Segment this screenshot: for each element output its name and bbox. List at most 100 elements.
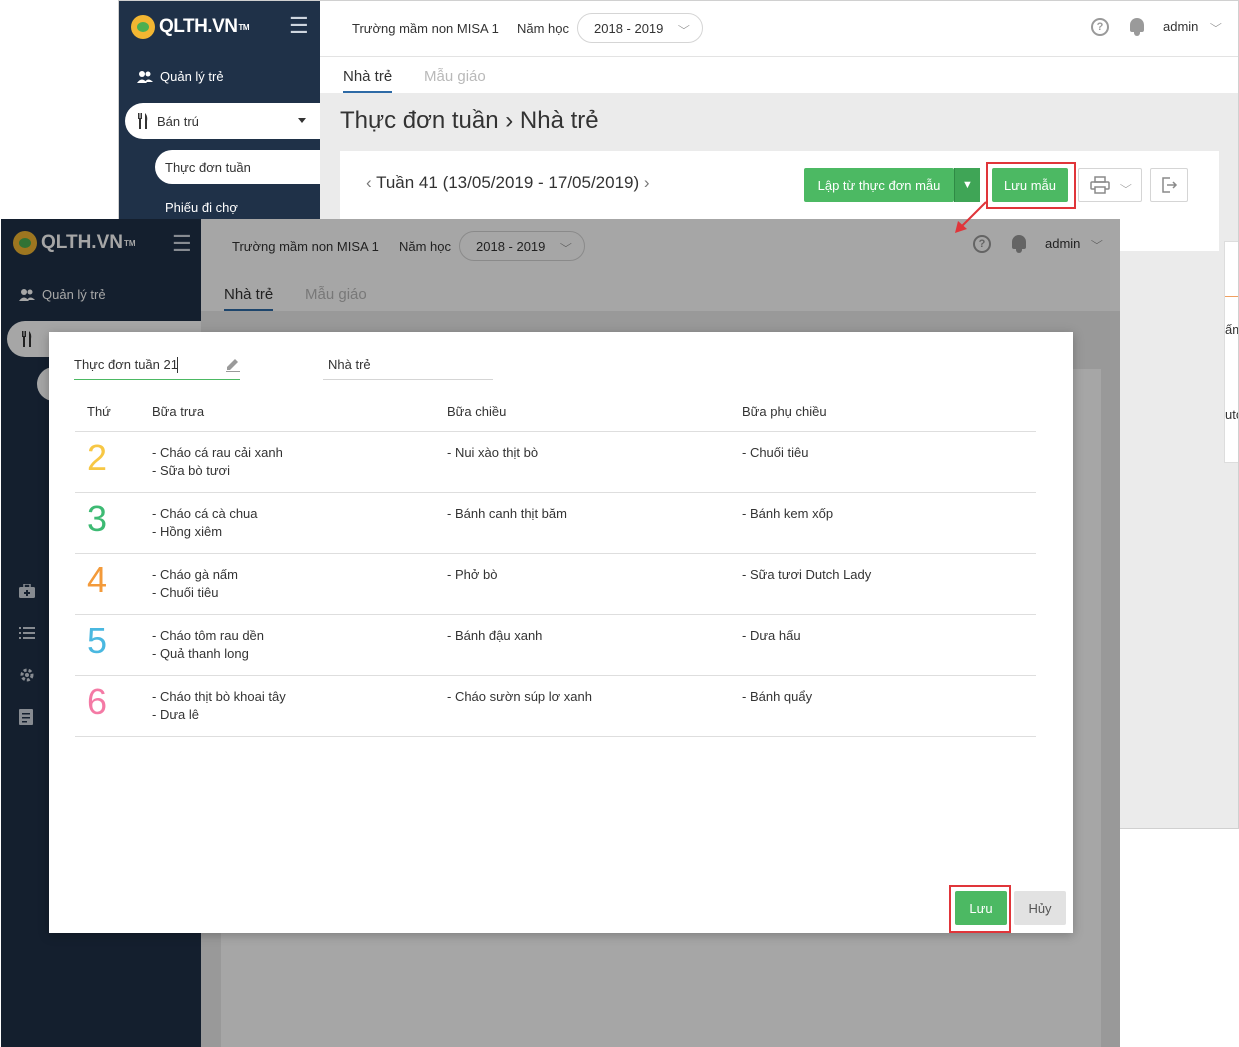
afternoon-cell[interactable]: - Bánh canh thịt băm	[447, 492, 742, 554]
sidebar-subitem-label: Thực đơn tuần	[165, 159, 251, 175]
weekly-menu-table: Thứ Bữa trưa Bữa chiều Bữa phụ chiều 2 -…	[75, 392, 1036, 737]
chevron-down-icon: ⌵	[1119, 179, 1133, 191]
afternoon-cell[interactable]: - Nui xào thịt bò	[447, 431, 742, 493]
table-row: 2 - Cháo cá rau cải xanh - Sữa bò tươi - …	[75, 431, 1036, 493]
tab-nursery[interactable]: Nhà trẻ	[343, 68, 393, 93]
utensils-icon	[138, 113, 148, 129]
column-header: Bữa trưa	[152, 392, 447, 432]
hamburger-icon[interactable]: ☰	[289, 13, 309, 39]
side-panel-text: utch	[1225, 407, 1238, 422]
sidebar-subitem-market-slip[interactable]: Phiếu đi chợ	[165, 200, 238, 215]
table-row: 3 - Cháo cá cà chua - Hồng xiêm - Bánh ca…	[75, 492, 1036, 554]
export-button[interactable]	[1150, 168, 1188, 202]
breadcrumb-separator: ›	[505, 107, 514, 134]
text-cursor	[177, 357, 178, 373]
day-number: 5	[75, 614, 152, 676]
dish-item: - Dưa lê	[152, 706, 199, 722]
table-row: 6 - Cháo thịt bò khoai tây - Dưa lê - Chá…	[75, 675, 1036, 737]
save-template-dialog: Thực đơn tuần 21 Nhà trẻ Thứ Bữa trưa Bữ…	[49, 332, 1073, 933]
side-panel: ấm; utch	[1224, 241, 1238, 463]
dish-item: - Quả thanh long	[152, 645, 249, 661]
lunch-cell[interactable]: - Cháo gà nấm - Chuối tiêu	[152, 553, 447, 615]
chevron-left-icon[interactable]: ‹	[366, 173, 372, 192]
page-title: Thực đơn tuần › Nhà trẻ	[340, 107, 599, 135]
dish-item: - Hồng xiêm	[152, 523, 223, 539]
dish-item: - Cháo gà nấm	[152, 566, 238, 582]
side-panel-text: ấm;	[1225, 322, 1238, 337]
dish-item: - Chuối tiêu	[152, 584, 219, 600]
table-row: 5 - Cháo tôm rau dền - Quả thanh long - B…	[75, 614, 1036, 676]
logo-trademark: TM	[238, 22, 250, 32]
cancel-button[interactable]: Hủy	[1014, 891, 1066, 925]
chevron-down-icon[interactable]: ⌵	[1210, 19, 1222, 30]
column-header: Bữa phụ chiều	[742, 392, 1036, 432]
save-button[interactable]: Lưu	[955, 891, 1007, 925]
year-select[interactable]: 2018 - 2019 ⌵	[577, 13, 703, 43]
snack-cell[interactable]: - Sữa tươi Dutch Lady	[742, 553, 1036, 615]
dish-item: - Cháo thịt bò khoai tây	[152, 688, 286, 704]
table-header-row: Thứ Bữa trưa Bữa chiều Bữa phụ chiều	[75, 392, 1036, 432]
sidebar-subitem-weekly-menu[interactable]: Thực đơn tuần	[155, 150, 320, 184]
caret-down-icon	[298, 118, 306, 123]
top-bar: Trường mầm non MISA 1 Năm học 2018 - 201…	[320, 1, 1238, 57]
lunch-cell[interactable]: - Cháo thịt bò khoai tây - Dưa lê	[152, 675, 447, 737]
column-header: Thứ	[75, 392, 152, 432]
afternoon-cell[interactable]: - Bánh đậu xanh	[447, 614, 742, 676]
age-group-select[interactable]: Nhà trẻ	[328, 357, 371, 372]
page-title-text: Thực đơn tuần	[340, 107, 499, 134]
chevron-down-icon: ▼	[962, 179, 973, 191]
page-title-sub: Nhà trẻ	[519, 107, 599, 134]
tab-bar: Nhà trẻ Mẫu giáo	[320, 57, 1238, 93]
dish-item: - Cháo cá rau cải xanh	[152, 444, 283, 460]
create-from-template-dropdown[interactable]: ▼	[954, 168, 980, 202]
logo-icon	[131, 15, 155, 39]
snack-cell[interactable]: - Bánh kem xốp	[742, 492, 1036, 554]
dish-item: - Cháo cá cà chua	[152, 505, 258, 521]
sidebar-item-label: Quản lý trẻ	[160, 69, 224, 84]
sidebar-item-label: Bán trú	[157, 113, 199, 129]
snack-cell[interactable]: - Chuối tiêu	[742, 431, 1036, 493]
snack-cell[interactable]: - Dưa hấu	[742, 614, 1036, 676]
input-underline	[74, 379, 240, 380]
help-icon[interactable]: ?	[1091, 18, 1109, 36]
dish-item: - Sữa bò tươi	[152, 462, 230, 478]
afternoon-cell[interactable]: - Phở bò	[447, 553, 742, 615]
export-icon	[1162, 177, 1178, 193]
year-label: Năm học	[517, 21, 570, 36]
chevron-down-icon: ⌵	[678, 21, 691, 32]
print-button[interactable]: ⌵	[1078, 168, 1142, 202]
school-name[interactable]: Trường mầm non MISA 1	[352, 21, 499, 36]
sidebar-item-manage-children[interactable]: Quản lý trẻ	[137, 69, 224, 84]
week-label: Tuần 41 (13/05/2019 - 17/05/2019)	[376, 173, 640, 192]
tab-kindergarten[interactable]: Mẫu giáo	[424, 68, 486, 85]
user-name[interactable]: admin	[1163, 19, 1198, 34]
lunch-cell[interactable]: - Cháo tôm rau dền - Quả thanh long	[152, 614, 447, 676]
afternoon-cell[interactable]: - Cháo sườn súp lơ xanh	[447, 675, 742, 737]
pencil-icon[interactable]	[225, 356, 241, 372]
users-icon	[137, 70, 153, 83]
printer-icon	[1090, 176, 1110, 194]
bell-icon[interactable]	[1129, 18, 1145, 36]
logo[interactable]: QLTH.VN TM	[131, 13, 250, 41]
logo-text: QLTH.VN	[159, 16, 238, 37]
template-name-input[interactable]: Thực đơn tuần 21	[74, 357, 178, 372]
lunch-cell[interactable]: - Cháo cá rau cải xanh - Sữa bò tươi	[152, 431, 447, 493]
year-select-value: 2018 - 2019	[594, 20, 664, 36]
dish-item: - Cháo tôm rau dền	[152, 627, 265, 643]
week-navigator: ‹ Tuần 41 (13/05/2019 - 17/05/2019) ›	[366, 173, 650, 193]
chevron-right-icon[interactable]: ›	[644, 173, 650, 192]
sidebar-subitem-label: Phiếu đi chợ	[165, 200, 238, 215]
day-number: 4	[75, 553, 152, 615]
input-underline	[323, 379, 493, 380]
create-from-template-button[interactable]: Lập từ thực đơn mẫu	[804, 168, 954, 202]
table-row: 4 - Cháo gà nấm - Chuối tiêu - Phở bò - S…	[75, 553, 1036, 615]
snack-cell[interactable]: - Bánh quẩy	[742, 675, 1036, 737]
day-number: 3	[75, 492, 152, 554]
highlight-box	[986, 162, 1076, 209]
column-header: Bữa chiều	[447, 392, 742, 432]
divider	[1225, 296, 1238, 297]
sidebar-item-boarding[interactable]: Bán trú	[125, 103, 320, 139]
day-number: 2	[75, 431, 152, 493]
lunch-cell[interactable]: - Cháo cá cà chua - Hồng xiêm	[152, 492, 447, 554]
day-number: 6	[75, 675, 152, 737]
